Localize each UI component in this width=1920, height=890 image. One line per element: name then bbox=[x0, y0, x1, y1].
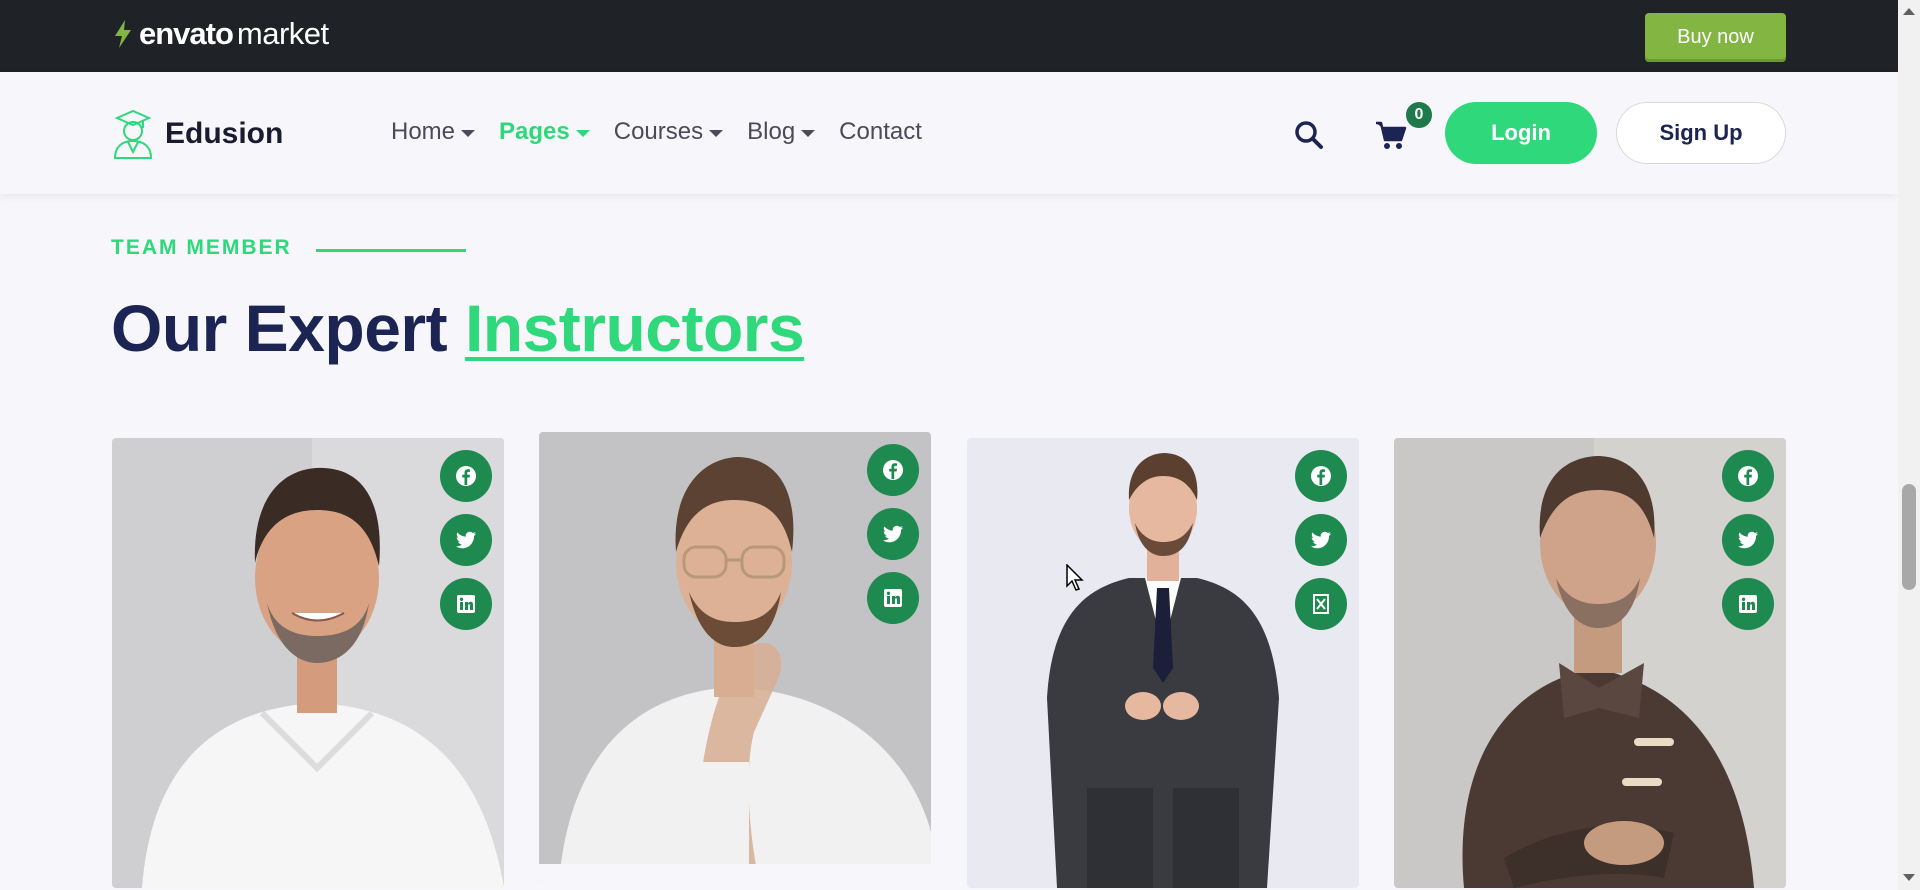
site-brand-name: Edusion bbox=[165, 117, 284, 150]
social-links bbox=[1722, 450, 1774, 630]
scrollbar-thumb[interactable] bbox=[1902, 484, 1916, 590]
social-links bbox=[1295, 450, 1347, 630]
section-title-plain: Our Expert bbox=[111, 291, 448, 365]
linkedin-icon[interactable] bbox=[1722, 578, 1774, 630]
page-scrollbar[interactable] bbox=[1898, 0, 1920, 890]
linkedin-icon[interactable] bbox=[440, 578, 492, 630]
scroll-down-arrow-icon[interactable] bbox=[1903, 874, 1915, 881]
chevron-down-icon bbox=[461, 129, 476, 137]
eyebrow-text: TEAM MEMBER bbox=[111, 236, 292, 259]
twitter-icon[interactable] bbox=[1722, 514, 1774, 566]
envato-top-bar: envato market Buy now bbox=[0, 0, 1898, 72]
cart-count-badge: 0 bbox=[1404, 100, 1434, 130]
mouse-cursor-icon bbox=[1066, 564, 1084, 591]
instructor-card[interactable] bbox=[539, 432, 931, 882]
envato-logo[interactable]: envato market bbox=[111, 16, 329, 52]
section-title-accent: Instructors bbox=[464, 291, 805, 365]
site-logo[interactable]: Edusion bbox=[111, 108, 283, 160]
nav-item-contact[interactable]: Contact bbox=[839, 118, 922, 146]
envato-leaf-icon bbox=[115, 20, 131, 48]
site-header: Edusion Home Pages Courses Blog Contact … bbox=[0, 72, 1898, 194]
instructor-card[interactable] bbox=[1394, 438, 1786, 888]
cart-icon[interactable] bbox=[1374, 118, 1408, 152]
chevron-down-icon bbox=[801, 129, 816, 137]
nav-label: Pages bbox=[499, 118, 570, 145]
nav-item-home[interactable]: Home bbox=[391, 118, 476, 146]
nav-label: Home bbox=[391, 118, 456, 145]
facebook-icon[interactable] bbox=[1295, 450, 1347, 502]
nav-label: Blog bbox=[747, 118, 796, 145]
login-button[interactable]: Login bbox=[1445, 102, 1597, 164]
facebook-icon[interactable] bbox=[1722, 450, 1774, 502]
chevron-down-icon bbox=[575, 129, 590, 137]
buy-now-button[interactable]: Buy now bbox=[1645, 13, 1786, 62]
envato-logo-brand: envato bbox=[139, 16, 234, 51]
linkedin-icon[interactable] bbox=[867, 572, 919, 624]
nav-item-courses[interactable]: Courses bbox=[613, 118, 724, 146]
instructor-card[interactable] bbox=[112, 438, 504, 888]
instructor-card[interactable] bbox=[967, 438, 1359, 888]
social-links bbox=[867, 444, 919, 624]
facebook-icon[interactable] bbox=[440, 450, 492, 502]
facebook-icon[interactable] bbox=[867, 444, 919, 496]
graduate-logo-icon bbox=[113, 109, 153, 159]
nav-label: Contact bbox=[839, 118, 922, 145]
chevron-down-icon bbox=[709, 129, 724, 137]
nav-item-pages[interactable]: Pages bbox=[499, 118, 590, 146]
nav-label: Courses bbox=[613, 118, 704, 145]
search-icon[interactable] bbox=[1294, 120, 1324, 150]
envato-logo-product: market bbox=[236, 16, 329, 51]
section-title: Our Expert Instructors bbox=[111, 290, 805, 366]
signup-button[interactable]: Sign Up bbox=[1616, 102, 1786, 164]
social-links bbox=[440, 450, 492, 630]
twitter-icon[interactable] bbox=[867, 508, 919, 560]
x-icon[interactable] bbox=[1295, 578, 1347, 630]
main-nav: Home Pages Courses Blog Contact bbox=[391, 118, 946, 146]
nav-item-blog[interactable]: Blog bbox=[747, 118, 816, 146]
scroll-up-arrow-icon[interactable] bbox=[1903, 8, 1915, 15]
twitter-icon[interactable] bbox=[1295, 514, 1347, 566]
section-eyebrow: TEAM MEMBER bbox=[111, 236, 466, 260]
twitter-icon[interactable] bbox=[440, 514, 492, 566]
eyebrow-divider bbox=[315, 248, 466, 252]
